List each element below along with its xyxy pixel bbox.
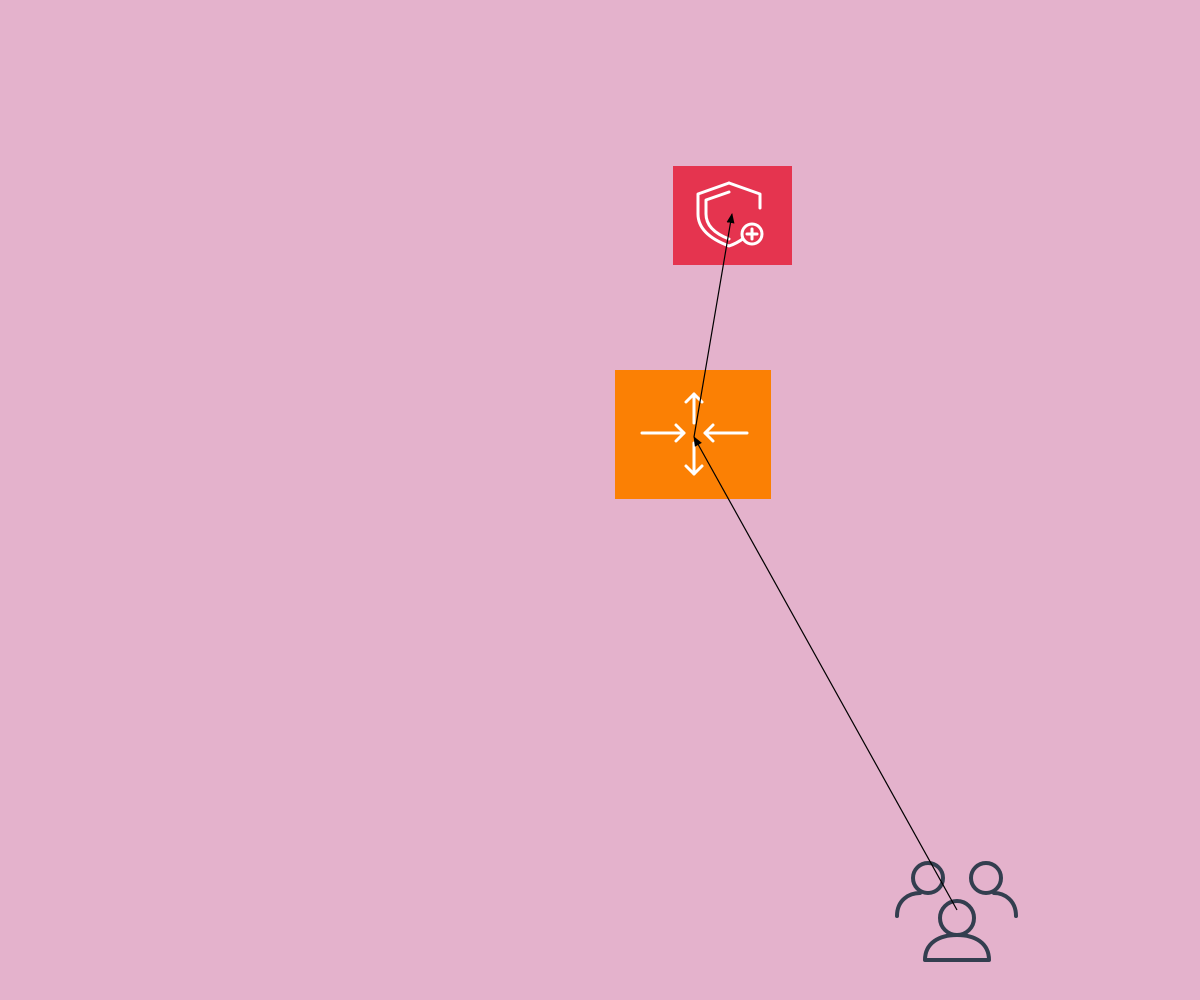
router-node-box [615,370,771,499]
shield-node[interactable] [673,166,792,265]
shield-node-box [673,166,792,265]
diagram-canvas [0,0,1200,1000]
diagram-background [0,0,1200,1000]
router-node[interactable] [615,370,771,499]
